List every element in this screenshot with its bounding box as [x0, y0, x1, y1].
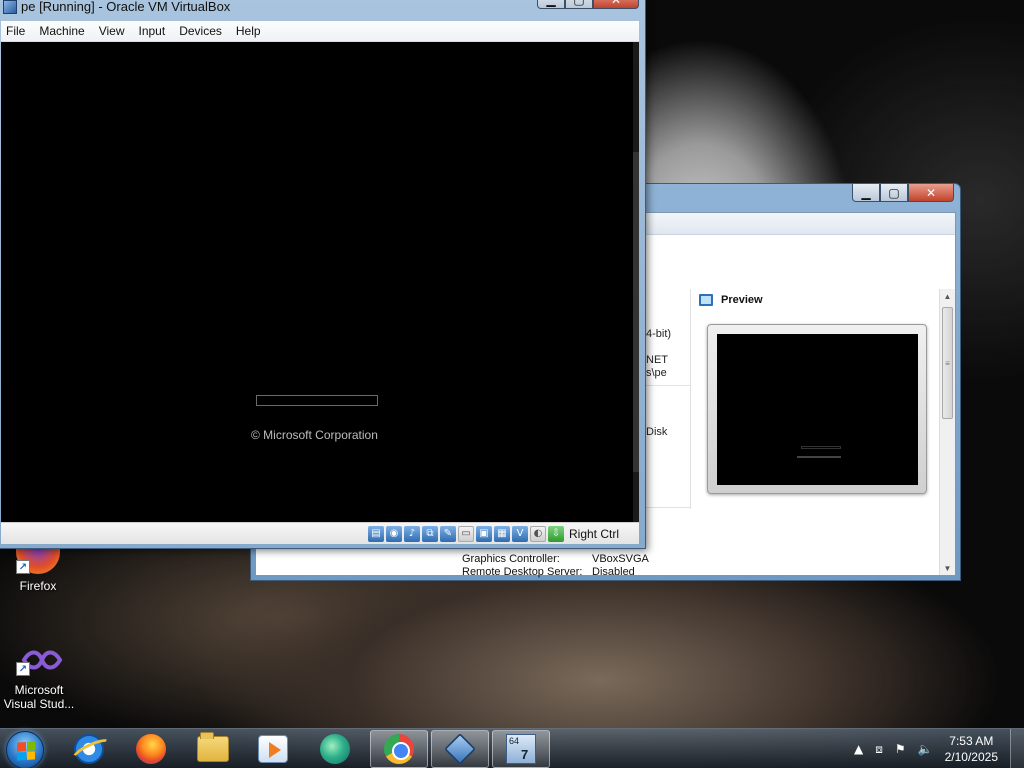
- detail-value: VBoxSVGA: [592, 553, 649, 565]
- directx-icon: 64 7: [506, 734, 536, 764]
- menu-help[interactable]: Help: [231, 24, 267, 38]
- detail-fragment: 4-bit): [646, 328, 672, 340]
- manager-close-button[interactable]: ✕: [908, 184, 954, 202]
- scroll-up-arrow-icon[interactable]: ▲: [940, 289, 955, 303]
- desktop-icon-firefox-label[interactable]: Firefox: [0, 579, 76, 593]
- virtualbox-icon: [3, 0, 17, 14]
- app-icon: [320, 734, 350, 764]
- preview-progress-bar: [801, 446, 841, 449]
- desktop-icon-visual-studio-label[interactable]: Microsoft Visual Stud...: [0, 683, 78, 711]
- host-key-icon[interactable]: ⇩: [547, 525, 564, 542]
- clock-date: 2/10/2025: [944, 750, 998, 764]
- taskbar-app[interactable]: [306, 730, 364, 768]
- scrollbar-thumb[interactable]: ≡: [942, 307, 953, 419]
- mouse-integration-icon[interactable]: ◐: [529, 525, 546, 542]
- clock-time: 7:53 AM: [949, 734, 994, 748]
- taskbar-virtualbox[interactable]: [431, 730, 489, 768]
- preview-screen: [717, 334, 918, 485]
- preview-header[interactable]: Preview: [699, 294, 763, 306]
- menu-input[interactable]: Input: [134, 24, 172, 38]
- detail-fragment: Disk: [646, 426, 668, 438]
- taskbar-directx[interactable]: 64 7: [492, 730, 550, 768]
- scrollbar-thumb[interactable]: [633, 152, 639, 472]
- taskbar-file-explorer[interactable]: [184, 730, 242, 768]
- cpu-icon[interactable]: V: [511, 525, 528, 542]
- taskbar-internet-explorer[interactable]: [60, 730, 118, 768]
- preview-title: Preview: [721, 294, 763, 306]
- usb-icon[interactable]: ✎: [439, 525, 456, 542]
- file-explorer-icon: [197, 732, 229, 762]
- display-icon[interactable]: ▣: [475, 525, 492, 542]
- firefox-icon: [136, 734, 166, 764]
- vm-display-scrollbar[interactable]: [633, 42, 639, 522]
- show-desktop-button[interactable]: [1010, 729, 1024, 768]
- menu-machine[interactable]: Machine: [34, 24, 90, 38]
- action-center-flag-icon[interactable]: ⚑: [895, 742, 906, 756]
- vm-display[interactable]: © Microsoft Corporation: [1, 42, 639, 522]
- menu-file[interactable]: File: [1, 24, 31, 38]
- network-icon[interactable]: ⧉: [421, 525, 438, 542]
- vm-window-title-bar[interactable]: pe [Running] - Oracle VM VirtualBox: [3, 0, 230, 14]
- detail-fragment: NET: [646, 354, 668, 366]
- menu-devices[interactable]: Devices: [174, 24, 228, 38]
- detail-fragment: s\pe: [646, 367, 667, 379]
- taskbar-media-player[interactable]: [244, 730, 302, 768]
- media-player-icon: [258, 735, 288, 763]
- manager-caption-buttons: ▁ ▢ ✕: [852, 184, 954, 202]
- shortcut-arrow-icon: ↗: [16, 662, 30, 676]
- menu-view[interactable]: View: [94, 24, 131, 38]
- chrome-icon: [384, 734, 414, 764]
- manager-minimize-button[interactable]: ▁: [852, 184, 880, 202]
- detail-key: Remote Desktop Server:: [462, 566, 583, 578]
- detail-row: Remote Desktop Server: Disabled: [462, 566, 649, 579]
- shared-folders-icon[interactable]: ▭: [457, 525, 474, 542]
- preview-text-line: [797, 456, 841, 458]
- windows-logo-icon: [17, 741, 35, 761]
- vm-maximize-button[interactable]: ▢: [565, 0, 593, 9]
- host-key-label: Right Ctrl: [568, 526, 619, 541]
- preview-pane: Preview: [690, 289, 940, 509]
- shortcut-arrow-icon: ↗: [16, 560, 30, 574]
- hard-disk-icon[interactable]: ▤: [367, 525, 384, 542]
- boot-copyright-text: © Microsoft Corporation: [251, 428, 378, 442]
- show-hidden-icons-icon[interactable]: ▲: [854, 742, 863, 756]
- clock[interactable]: 7:53 AM 2/10/2025: [945, 733, 998, 765]
- section-divider: [642, 507, 690, 508]
- volume-muted-icon[interactable]: 🔈: [918, 742, 933, 756]
- start-button[interactable]: [6, 731, 44, 768]
- details-scrollbar[interactable]: ▲ ≡ ▼: [939, 289, 955, 575]
- audio-icon[interactable]: ♪: [403, 525, 420, 542]
- detail-value: Disabled: [592, 566, 635, 578]
- network-tray-icon[interactable]: ⧈: [875, 742, 883, 757]
- boot-progress-bar: [256, 395, 378, 406]
- detail-key: Graphics Controller:: [462, 553, 560, 565]
- vm-status-bar: ▤ ◉ ♪ ⧉ ✎ ▭ ▣ ▦ V ◐ ⇩ Right Ctrl: [1, 522, 639, 544]
- vm-window-title: pe [Running] - Oracle VM VirtualBox: [21, 0, 231, 14]
- taskbar-firefox[interactable]: [122, 730, 180, 768]
- vm-close-button[interactable]: ✕: [593, 0, 639, 9]
- virtualbox-icon: [444, 733, 476, 765]
- detail-row: Graphics Controller: VBoxSVGA: [462, 553, 649, 566]
- system-tray: ▲ ⧈ ⚑ 🔈 7:53 AM 2/10/2025: [848, 729, 1024, 768]
- preview-thumbnail: [707, 324, 927, 494]
- vm-window[interactable]: pe [Running] - Oracle VM VirtualBox ▁ ▢ …: [0, 0, 646, 549]
- section-divider: [642, 385, 690, 386]
- optical-drive-icon[interactable]: ◉: [385, 525, 402, 542]
- manager-maximize-button[interactable]: ▢: [880, 184, 908, 202]
- vm-minimize-button[interactable]: ▁: [537, 0, 565, 9]
- display-details: Graphics Controller: VBoxSVGA Remote Des…: [462, 553, 649, 579]
- recording-icon[interactable]: ▦: [493, 525, 510, 542]
- monitor-icon: [699, 294, 713, 306]
- vm-caption-buttons: ▁ ▢ ✕: [537, 0, 639, 9]
- scroll-down-arrow-icon[interactable]: ▼: [940, 561, 955, 575]
- internet-explorer-icon: [74, 734, 104, 764]
- taskbar: 64 7 ▲ ⧈ ⚑ 🔈 7:53 AM 2/10/2025: [0, 728, 1024, 768]
- vm-menu-bar: File Machine View Input Devices Help: [1, 21, 639, 42]
- taskbar-chrome[interactable]: [370, 730, 428, 768]
